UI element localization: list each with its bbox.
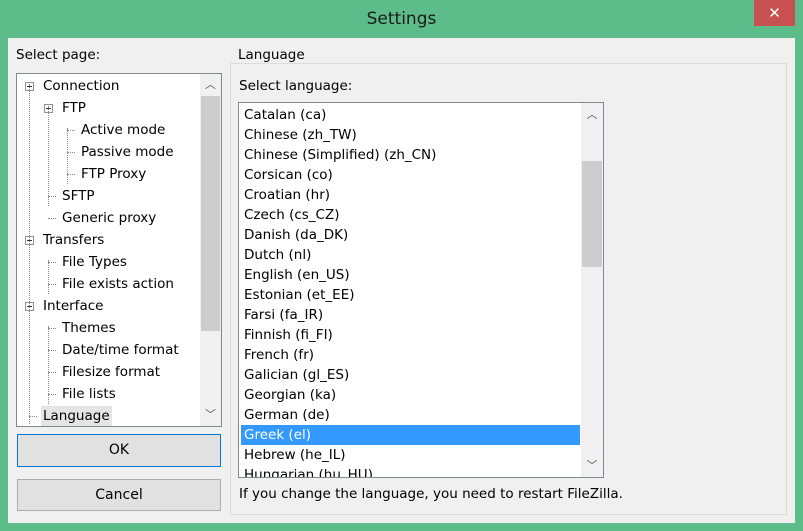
tree-connector xyxy=(67,130,75,131)
group-label: Language xyxy=(236,47,307,63)
cancel-label: Cancel xyxy=(95,487,143,503)
tree-connector xyxy=(48,326,49,404)
language-item[interactable]: Finnish (fi_FI) xyxy=(241,325,580,345)
close-button[interactable]: ✕ xyxy=(754,0,795,26)
tree-item[interactable]: Active mode xyxy=(79,120,167,140)
language-item[interactable]: German (de) xyxy=(241,405,580,425)
language-item[interactable]: Corsican (co) xyxy=(241,165,580,185)
tree-item[interactable]: Language xyxy=(41,406,112,426)
language-item[interactable]: Georgian (ka) xyxy=(241,385,580,405)
tree-connector xyxy=(29,416,37,417)
language-item[interactable]: Chinese (zh_TW) xyxy=(241,125,580,145)
tree-item[interactable]: FTP xyxy=(60,98,88,118)
tree-item[interactable]: Themes xyxy=(60,318,118,338)
tree-connector xyxy=(48,262,56,263)
language-item[interactable]: Hebrew (he_IL) xyxy=(241,445,580,465)
close-icon: ✕ xyxy=(768,4,781,22)
tree-item[interactable]: Interface xyxy=(41,296,105,316)
language-item[interactable]: Chinese (Simplified) (zh_CN) xyxy=(241,145,580,165)
tree-item[interactable]: Date/time format xyxy=(60,340,181,360)
tree-item[interactable]: File exists action xyxy=(60,274,176,294)
language-item[interactable]: Farsi (fa_IR) xyxy=(241,305,580,325)
language-item[interactable]: Croatian (hr) xyxy=(241,185,580,205)
tree-item[interactable]: Generic proxy xyxy=(60,208,158,228)
language-item[interactable]: French (fr) xyxy=(241,345,580,365)
language-scrollbar[interactable]: ︿ ﹀ xyxy=(581,103,603,477)
page-tree[interactable]: Connection FTP Active mode Passive mode FTP … xyxy=(16,73,222,427)
language-list[interactable]: Catalan (ca) Chinese (zh_TW) Chinese (Simp… xyxy=(238,102,604,478)
language-item[interactable]: Catalan (ca) xyxy=(241,105,580,125)
ok-button[interactable]: OK xyxy=(17,434,221,467)
language-scrollbar-thumb[interactable] xyxy=(582,161,602,267)
select-language-label: Select language: xyxy=(239,78,353,94)
tree-connector xyxy=(48,372,56,373)
window-title: Settings xyxy=(366,9,437,29)
tree-scrollbar[interactable]: ︿ ﹀ xyxy=(200,74,221,426)
tree-item[interactable]: File lists xyxy=(60,384,118,404)
language-item[interactable]: English (en_US) xyxy=(241,265,580,285)
language-item[interactable]: Estonian (et_EE) xyxy=(241,285,580,305)
tree-connector xyxy=(48,328,56,329)
tree-connector xyxy=(48,260,49,294)
tree-connector xyxy=(48,218,56,219)
scroll-down-icon[interactable]: ﹀ xyxy=(200,406,221,422)
tree-scrollbar-thumb[interactable] xyxy=(201,96,220,331)
tree-item[interactable]: SFTP xyxy=(60,186,96,206)
tree-connector xyxy=(48,106,49,206)
tree-connector xyxy=(48,284,56,285)
language-item[interactable]: Danish (da_DK) xyxy=(241,225,580,245)
language-item[interactable]: Galician (gl_ES) xyxy=(241,365,580,385)
scroll-up-icon[interactable]: ︿ xyxy=(581,106,603,122)
tree-item[interactable]: Transfers xyxy=(41,230,106,250)
tree-connector xyxy=(67,152,75,153)
scroll-up-icon[interactable]: ︿ xyxy=(200,76,221,92)
tree-connector xyxy=(48,350,56,351)
tree-connector xyxy=(48,196,56,197)
select-page-label: Select page: xyxy=(16,47,101,63)
tree-item[interactable]: File Types xyxy=(60,252,129,272)
restart-note: If you change the language, you need to … xyxy=(239,486,623,502)
language-item[interactable]: Greek (el) xyxy=(241,425,580,445)
language-item[interactable]: Czech (cs_CZ) xyxy=(241,205,580,225)
tree-item[interactable]: Connection xyxy=(41,76,121,96)
cancel-button[interactable]: Cancel xyxy=(17,479,221,511)
tree-connector xyxy=(67,174,75,175)
tree-item[interactable]: FTP Proxy xyxy=(79,164,148,184)
language-item[interactable]: Hungarian (hu_HU) xyxy=(241,465,580,477)
scroll-down-icon[interactable]: ﹀ xyxy=(581,457,603,473)
tree-item[interactable]: Filesize format xyxy=(60,362,162,382)
tree-connector xyxy=(48,394,56,395)
tree-connector xyxy=(29,84,30,424)
tree-connector xyxy=(67,128,68,184)
tree-item[interactable]: Passive mode xyxy=(79,142,176,162)
language-item[interactable]: Dutch (nl) xyxy=(241,245,580,265)
